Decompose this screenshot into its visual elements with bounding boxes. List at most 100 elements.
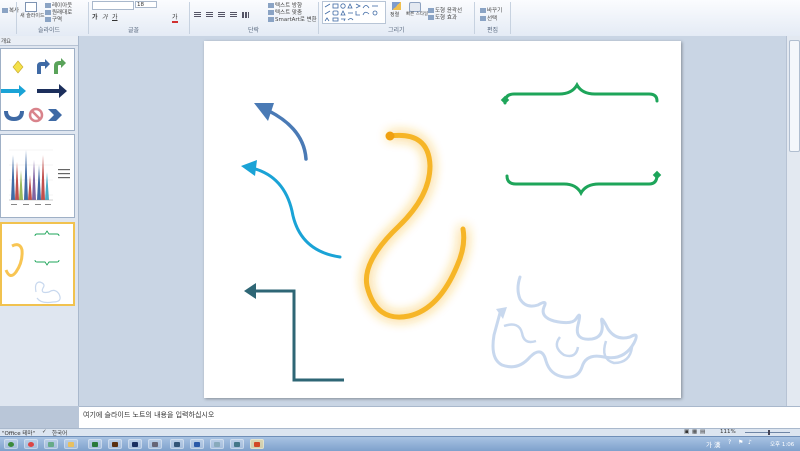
shapes-gallery[interactable] bbox=[322, 1, 386, 24]
taskbar-media[interactable] bbox=[170, 439, 184, 449]
tray-flag-icon[interactable]: ⚑ bbox=[738, 439, 743, 446]
paragraph-group-label: 단락 bbox=[248, 27, 260, 34]
volume-icon[interactable]: ♪ bbox=[748, 439, 752, 446]
replace-button[interactable]: 바꾸기 bbox=[480, 6, 502, 14]
font-size-dropdown[interactable]: 18 bbox=[135, 1, 157, 8]
taskbar-illustrator[interactable] bbox=[108, 439, 122, 449]
taskbar-app-3[interactable] bbox=[44, 439, 58, 449]
replace-icon bbox=[480, 8, 486, 13]
app-icon bbox=[48, 442, 54, 447]
slide-sorter-icon[interactable]: ▦ bbox=[692, 429, 697, 435]
new-slide-button[interactable]: 새 슬라이드 bbox=[20, 1, 45, 23]
arrange-icon bbox=[391, 2, 401, 10]
folder-icon bbox=[68, 442, 74, 447]
brace-top-green[interactable] bbox=[500, 81, 659, 105]
columns-icon[interactable] bbox=[242, 12, 249, 18]
separator bbox=[16, 2, 17, 34]
normal-view-icon[interactable]: ▣ bbox=[684, 429, 689, 435]
start-button[interactable] bbox=[4, 439, 18, 449]
smartart-icon bbox=[268, 17, 274, 22]
slide-editor[interactable] bbox=[204, 41, 681, 398]
taskbar-photoshop[interactable] bbox=[128, 439, 142, 449]
align-center-icon[interactable] bbox=[206, 12, 213, 18]
taskbar-app-8[interactable] bbox=[148, 439, 162, 449]
slide-thumbnail-2[interactable] bbox=[0, 134, 75, 218]
excel-icon bbox=[92, 442, 98, 447]
spellcheck-icon[interactable]: ✓ bbox=[42, 429, 47, 435]
slide-thumbnail-2-chart-icon bbox=[9, 149, 70, 205]
windows-logo-icon bbox=[8, 442, 14, 447]
arrange-button[interactable]: 정렬 bbox=[389, 1, 403, 23]
shape-effects-button[interactable]: 도형 효과 bbox=[428, 13, 457, 21]
font-name-dropdown[interactable] bbox=[92, 1, 134, 10]
shapes-gallery-icon bbox=[324, 3, 378, 22]
clock[interactable]: 오후 1:06 bbox=[770, 440, 794, 448]
align-left-icon[interactable] bbox=[194, 12, 201, 18]
slide-thumbnail-3-icon bbox=[4, 230, 61, 304]
select-icon bbox=[480, 16, 486, 21]
vertical-scrollbar[interactable] bbox=[786, 36, 800, 406]
paragraph-align-buttons[interactable] bbox=[194, 12, 264, 19]
elbow-arrow-teal[interactable] bbox=[244, 283, 344, 382]
separator bbox=[318, 2, 319, 34]
section-icon bbox=[45, 17, 51, 22]
taskbar-app-12[interactable] bbox=[230, 439, 244, 449]
taskbar-app-11[interactable] bbox=[210, 439, 224, 449]
ime-indicator[interactable]: 가 漢 bbox=[706, 439, 721, 449]
notes-placeholder: 여기에 슬라이드 노트의 내용을 입력하십시오 bbox=[83, 411, 215, 419]
slides-group-label: 슬라이드 bbox=[38, 27, 61, 34]
slide-thumbnail-1[interactable] bbox=[0, 48, 75, 131]
help-icon[interactable]: ? bbox=[728, 439, 731, 446]
zoom-level[interactable]: 111% bbox=[720, 429, 736, 435]
section-button[interactable]: 구역 bbox=[45, 15, 62, 23]
align-right-icon[interactable] bbox=[218, 12, 225, 18]
separator bbox=[474, 2, 475, 34]
drawing-group-label: 그리기 bbox=[388, 27, 405, 34]
reading-view-icon[interactable]: ▤ bbox=[700, 429, 705, 435]
separator bbox=[510, 2, 511, 34]
chrome-icon bbox=[28, 442, 34, 447]
underline-icon[interactable]: 가 bbox=[112, 12, 118, 21]
scribble-loops-blue[interactable] bbox=[491, 275, 638, 379]
slide-thumbnail-1-icon bbox=[1, 58, 67, 123]
separator bbox=[88, 2, 89, 34]
taskbar-excel[interactable] bbox=[88, 439, 102, 449]
brace-bottom-green[interactable] bbox=[505, 170, 662, 197]
taskbar-powerpoint[interactable] bbox=[250, 439, 264, 449]
taskbar: 가 漢 ? ⚑ ♪ 오후 1:06 bbox=[0, 436, 800, 451]
taskbar-chrome[interactable] bbox=[24, 439, 38, 449]
slide-thumbnail-3[interactable] bbox=[0, 222, 75, 306]
taskbar-word[interactable] bbox=[190, 439, 204, 449]
ribbon: 복사 새 슬라이드 레이아웃 원래대로 구역 슬라이드 18 가 가 가 가 글… bbox=[0, 0, 800, 37]
quick-styles-button[interactable]: 빠른 스타일 bbox=[406, 1, 428, 23]
new-slide-icon bbox=[25, 2, 37, 12]
app-icon bbox=[152, 442, 158, 447]
editing-group-label: 편집 bbox=[487, 27, 499, 34]
curved-arrow-blue[interactable] bbox=[254, 103, 308, 161]
separator bbox=[189, 2, 190, 34]
bold-icon[interactable]: 가 bbox=[92, 12, 98, 21]
font-color-icon[interactable]: 가 bbox=[172, 12, 178, 23]
scroll-thumb[interactable] bbox=[789, 40, 800, 152]
word-icon bbox=[194, 442, 200, 447]
smartart-button[interactable]: SmartArt로 변환 bbox=[268, 15, 317, 23]
outline-tab[interactable]: 개요 bbox=[0, 36, 78, 46]
illustrator-icon bbox=[112, 442, 118, 447]
copy-icon bbox=[2, 8, 8, 13]
shape-effects-icon bbox=[428, 15, 434, 20]
font-group-label: 글꼴 bbox=[128, 27, 140, 34]
taskbar-explorer[interactable] bbox=[64, 439, 78, 449]
curved-arrow-cyan[interactable] bbox=[241, 160, 342, 259]
app-icon bbox=[214, 442, 220, 447]
media-icon bbox=[174, 442, 180, 447]
italic-icon[interactable]: 가 bbox=[102, 12, 108, 21]
justify-icon[interactable] bbox=[230, 12, 237, 18]
zoom-slider-thumb[interactable] bbox=[768, 430, 770, 435]
slide-shapes bbox=[241, 81, 662, 382]
font-format-buttons[interactable]: 가 가 가 가 bbox=[92, 12, 182, 23]
select-button[interactable]: 선택 bbox=[480, 14, 497, 22]
app-icon bbox=[234, 442, 240, 447]
hook-curve-orange[interactable] bbox=[363, 131, 467, 320]
notes-pane[interactable]: 여기에 슬라이드 노트의 내용을 입력하십시오 bbox=[79, 406, 800, 429]
photoshop-icon bbox=[132, 442, 138, 447]
